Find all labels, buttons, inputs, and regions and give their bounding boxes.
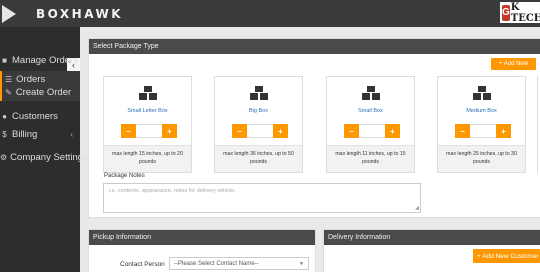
package-notes-placeholder: i.e. contents, appearance, notes for del…	[109, 188, 236, 194]
partner-logo: G K TECH	[500, 1, 540, 24]
cubes-icon: ■	[2, 55, 7, 65]
quantity-input[interactable]	[136, 124, 162, 138]
sidebar-item-create-order[interactable]: ✎ Create Order	[5, 87, 71, 98]
quantity-stepper: − +	[344, 124, 400, 138]
package-name: Small Letter Box	[127, 108, 168, 114]
increment-button[interactable]: +	[273, 124, 288, 138]
increment-button[interactable]: +	[496, 124, 511, 138]
quantity-stepper: − +	[232, 124, 288, 138]
sidebar-item-label: Create Order	[15, 87, 72, 98]
decrement-button[interactable]: −	[455, 124, 470, 138]
chevron-left-icon: ‹	[70, 129, 73, 139]
quantity-input[interactable]	[359, 124, 385, 138]
chevron-down-icon: ⌄	[66, 55, 73, 65]
edit-icon: ✎	[5, 88, 12, 97]
package-name: Big Box	[249, 108, 268, 114]
package-notes-label: Package Notes	[104, 173, 145, 179]
decrement-button[interactable]: −	[121, 124, 136, 138]
cubes-icon	[362, 86, 380, 100]
decrement-button[interactable]: −	[232, 124, 247, 138]
increment-button[interactable]: +	[385, 124, 400, 138]
caret-down-icon: ▼	[299, 260, 304, 267]
dollar-icon: $	[2, 129, 7, 139]
package-description: max length 25 inches, up to 30 pounds	[438, 145, 525, 172]
panel-title: Pickup Information	[89, 230, 315, 245]
quantity-stepper: − +	[455, 124, 511, 138]
sidebar-item-customers[interactable]: ● Customers	[0, 109, 80, 123]
sidebar-item-manage-orders[interactable]: ■ Manage Orders ⌄	[0, 51, 80, 69]
package-description: max length 36 inches, up to 50 pounds	[215, 145, 302, 172]
increment-button[interactable]: +	[162, 124, 177, 138]
sidebar-item-label: Company Settings	[10, 151, 88, 163]
list-icon: ☰	[5, 75, 13, 84]
cubes-icon	[250, 86, 268, 100]
package-card-big-box[interactable]: Big Box − + max length 36 inches, up to …	[214, 76, 303, 173]
manage-orders-submenu: ☰ Orders ✎ Create Order	[0, 71, 80, 101]
package-card-small-letter-box[interactable]: Small Letter Box − + max length 15 inche…	[103, 76, 192, 173]
quantity-input[interactable]	[247, 124, 273, 138]
contact-person-label: Contact Person	[120, 261, 165, 268]
top-bar: BOXHAWK G K TECH	[0, 0, 540, 27]
quantity-input[interactable]	[470, 124, 496, 138]
gear-icon: ⚙	[0, 152, 8, 162]
brand-arrow-icon	[2, 4, 16, 23]
package-name: Small Box	[358, 108, 383, 114]
package-name: Medium Box	[466, 108, 497, 114]
sidebar-item-label: Billing	[12, 128, 38, 140]
package-card-small-box[interactable]: Small Box − + max length 11 inches, up t…	[326, 76, 415, 173]
sidebar: ‹ ■ Manage Orders ⌄ ☰ Orders ✎ Create Or…	[0, 27, 88, 272]
quantity-stepper: − +	[121, 124, 177, 138]
cubes-icon	[139, 86, 157, 100]
package-notes-input[interactable]: i.e. contents, appearance, notes for del…	[103, 183, 421, 213]
resize-handle-icon[interactable]: ◢	[415, 205, 419, 211]
sidebar-item-label: Orders	[16, 74, 46, 85]
add-new-customer-button[interactable]: + Add New Customer	[473, 249, 540, 263]
partner-badge: G	[502, 4, 510, 21]
partner-name: K TECH	[510, 1, 540, 24]
sidebar-item-orders[interactable]: ☰ Orders	[5, 74, 45, 85]
brand-logo[interactable]: BOXHAWK	[0, 0, 123, 27]
panel-title: Select Package Type	[89, 39, 540, 54]
add-package-button[interactable]: + Add New	[491, 58, 536, 70]
sidebar-item-billing[interactable]: $ Billing ‹	[0, 127, 80, 141]
contact-person-value: --Please Select Contact Name--	[174, 260, 259, 267]
package-description: max length 15 inches, up to 20 pounds	[104, 145, 191, 172]
sidebar-item-label: Customers	[12, 110, 58, 122]
users-icon: ●	[2, 111, 7, 121]
package-card-medium-box[interactable]: Medium Box − + max length 25 inches, up …	[437, 76, 526, 173]
panel-title: Delivery Information	[324, 230, 540, 245]
cubes-icon	[473, 86, 491, 100]
contact-person-select[interactable]: --Please Select Contact Name-- ▼	[169, 257, 309, 270]
brand-name: BOXHAWK	[36, 6, 123, 21]
decrement-button[interactable]: −	[344, 124, 359, 138]
sidebar-item-company-settings[interactable]: ⚙ Company Settings	[0, 150, 88, 164]
package-description: max length 11 inches, up to 15 pounds	[327, 145, 414, 172]
